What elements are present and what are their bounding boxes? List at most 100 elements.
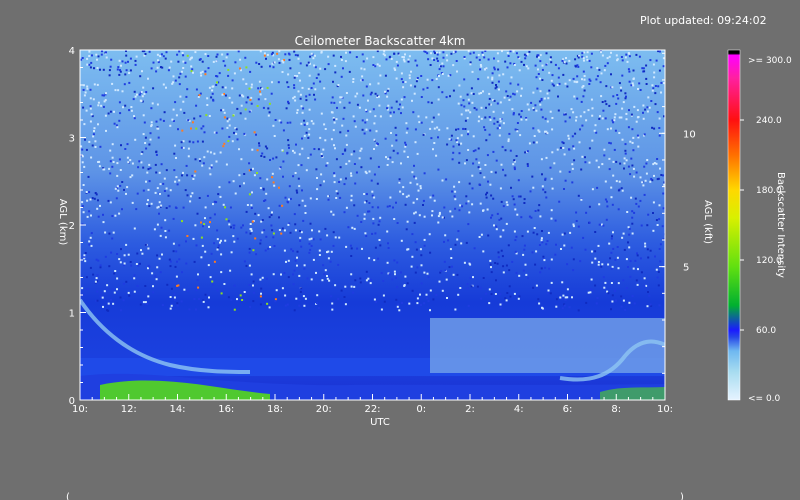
heatmap-speck bbox=[429, 309, 431, 312]
heatmap-speck bbox=[233, 284, 236, 287]
heatmap-speck bbox=[546, 92, 549, 95]
heatmap-speck bbox=[639, 199, 642, 202]
heatmap-speck bbox=[344, 60, 347, 63]
heatmap-speck bbox=[509, 82, 512, 85]
heatmap-speck bbox=[272, 273, 275, 276]
heatmap-speck bbox=[175, 157, 177, 159]
heatmap-speck bbox=[584, 161, 587, 164]
heatmap-speck bbox=[468, 211, 471, 214]
heatmap-speck bbox=[601, 163, 604, 166]
heatmap-speck bbox=[205, 114, 208, 117]
heatmap-speck bbox=[355, 56, 358, 58]
heatmap-speck bbox=[598, 68, 601, 71]
heatmap-speck bbox=[249, 228, 252, 230]
heatmap-speck bbox=[632, 136, 635, 139]
heatmap-speck bbox=[109, 201, 112, 204]
footer-left-marker: ( bbox=[66, 492, 70, 500]
heatmap-speck bbox=[516, 213, 519, 216]
heatmap-speck bbox=[523, 248, 526, 251]
heatmap-speck bbox=[492, 197, 495, 200]
heatmap-speck bbox=[459, 287, 462, 289]
heatmap-speck bbox=[550, 281, 553, 284]
heatmap-speck bbox=[306, 122, 309, 125]
heatmap-speck bbox=[468, 182, 471, 185]
heatmap-speck bbox=[308, 74, 311, 77]
heatmap-speck bbox=[479, 202, 482, 205]
heatmap-speck bbox=[100, 104, 103, 107]
heatmap-speck bbox=[195, 308, 197, 311]
heatmap-speck bbox=[513, 64, 516, 66]
heatmap-speck bbox=[639, 89, 642, 91]
heatmap-speck bbox=[493, 224, 495, 227]
heatmap-speck bbox=[327, 250, 330, 253]
heatmap-speck bbox=[168, 66, 171, 69]
heatmap-speck bbox=[207, 67, 210, 70]
heatmap-speck bbox=[561, 307, 564, 310]
heatmap-speck bbox=[300, 245, 303, 248]
heatmap-speck bbox=[144, 142, 147, 144]
heatmap-speck bbox=[513, 166, 516, 169]
heatmap-speck bbox=[529, 190, 532, 193]
heatmap-speck bbox=[377, 223, 380, 226]
heatmap-speck bbox=[581, 124, 584, 127]
heatmap-speck bbox=[365, 270, 368, 273]
heatmap-speck bbox=[527, 277, 530, 280]
heatmap-speck bbox=[135, 55, 138, 58]
heatmap-speck bbox=[237, 50, 240, 53]
heatmap-speck bbox=[624, 152, 627, 155]
heatmap-speck bbox=[470, 92, 473, 95]
heatmap-speck bbox=[116, 288, 118, 291]
heatmap-speck bbox=[102, 168, 105, 171]
colorbar-max-label: >= 300.0 bbox=[748, 56, 792, 66]
heatmap-speck bbox=[437, 168, 440, 171]
heatmap-speck bbox=[437, 86, 440, 89]
heatmap-speck bbox=[414, 241, 417, 244]
heatmap-speck bbox=[173, 152, 176, 155]
heatmap-speck bbox=[648, 294, 651, 297]
heatmap-speck bbox=[118, 73, 121, 76]
heatmap-speck bbox=[242, 224, 244, 227]
heatmap-speck bbox=[467, 109, 470, 112]
heatmap-speck bbox=[155, 120, 158, 123]
heatmap-speck bbox=[265, 277, 268, 280]
heatmap-speck bbox=[121, 208, 123, 211]
heatmap-speck bbox=[207, 55, 210, 57]
heatmap-speck bbox=[480, 106, 483, 109]
heatmap-speck bbox=[315, 198, 318, 200]
heatmap-speck bbox=[447, 239, 450, 242]
heatmap-speck bbox=[532, 107, 535, 110]
heatmap-speck bbox=[608, 55, 611, 58]
heatmap-speck bbox=[192, 141, 195, 144]
heatmap-speck bbox=[100, 53, 103, 56]
heatmap-speck bbox=[122, 106, 124, 109]
heatmap-speck bbox=[616, 94, 619, 96]
heatmap-speck bbox=[499, 303, 502, 306]
heatmap-speck bbox=[414, 85, 417, 88]
heatmap-speck bbox=[260, 65, 263, 68]
heatmap-speck bbox=[177, 128, 179, 131]
heatmap-speck bbox=[550, 209, 553, 212]
heatmap-speck bbox=[604, 198, 607, 201]
heatmap-speck bbox=[348, 70, 351, 73]
heatmap-speck bbox=[373, 138, 376, 141]
heatmap-speck bbox=[633, 175, 636, 178]
heatmap-speck bbox=[478, 161, 481, 164]
heatmap-speck bbox=[477, 78, 480, 81]
heatmap-speck bbox=[222, 145, 225, 148]
heatmap-speck bbox=[639, 176, 642, 179]
heatmap-speck bbox=[382, 280, 385, 282]
heatmap-speck bbox=[567, 137, 570, 140]
heatmap-speck bbox=[133, 90, 136, 93]
heatmap-speck bbox=[497, 251, 500, 254]
heatmap-speck bbox=[645, 172, 648, 175]
heatmap-speck bbox=[293, 213, 296, 216]
heatmap-speck bbox=[324, 227, 327, 230]
heatmap-area bbox=[80, 50, 665, 400]
heatmap-speck bbox=[361, 53, 364, 56]
heatmap-speck bbox=[449, 248, 452, 251]
heatmap-speck bbox=[118, 158, 121, 161]
heatmap-speck bbox=[320, 112, 323, 115]
heatmap-speck bbox=[628, 233, 631, 236]
heatmap-speck bbox=[577, 65, 580, 68]
heatmap-speck bbox=[557, 76, 560, 79]
